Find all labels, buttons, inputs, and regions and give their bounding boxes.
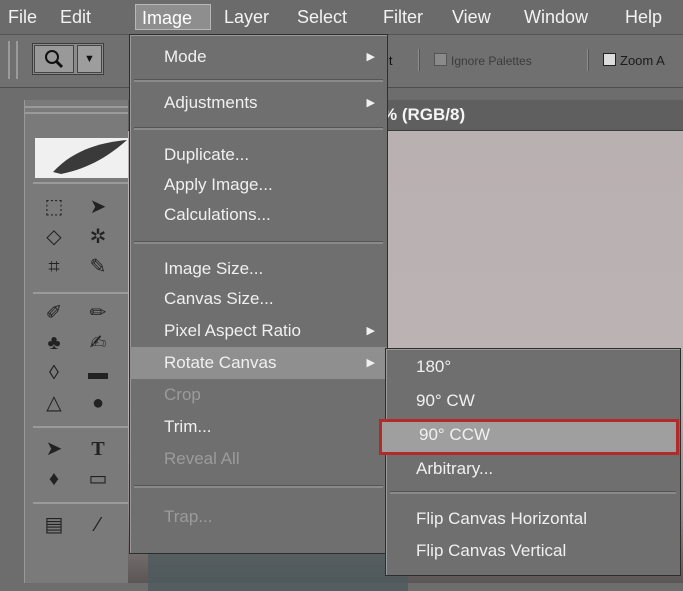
zoom-all-label: Zoom A — [620, 53, 665, 68]
menu-item-trap: Trap... — [130, 501, 387, 533]
zoom-all-checkbox[interactable]: Zoom A — [603, 53, 665, 68]
submenu-item-label: Flip Canvas Horizontal — [416, 509, 588, 528]
menu-item-label: Apply Image... — [164, 175, 273, 194]
tool-preset-picker[interactable]: ▼ — [32, 43, 104, 75]
toolbox-divider — [33, 292, 129, 294]
menu-item-label: Image Size... — [164, 259, 264, 278]
history-brush-icon[interactable]: ✍ — [83, 328, 113, 358]
menu-item-label: Trim... — [164, 417, 212, 436]
triangle-right-icon: ▶ — [366, 357, 375, 369]
crop-icon[interactable]: ⌗ — [39, 252, 69, 282]
slice-icon[interactable]: ✎ — [83, 252, 113, 282]
triangle-right-icon: ▶ — [366, 51, 375, 63]
submenu-item-rotate-180[interactable]: 180° — [386, 351, 680, 383]
menu-item-canvas-size[interactable]: Canvas Size... — [130, 283, 387, 315]
menu-item-apply-image[interactable]: Apply Image... — [130, 169, 387, 201]
submenu-item-label: 90° CW — [416, 391, 475, 410]
triangle-right-icon: ▶ — [366, 97, 375, 109]
menu-item-label: Mode — [164, 47, 207, 66]
menu-item-label: Pixel Aspect Ratio — [164, 321, 302, 340]
menu-file[interactable]: File — [4, 4, 41, 30]
menu-item-rotate-canvas[interactable]: Rotate Canvas ▶ — [130, 347, 387, 379]
submenu-item-label: Arbitrary... — [416, 459, 494, 478]
toolbox-panel: ⬚ ➤ ◇ ✲ ⌗ ✎ ✐ ✏ ♣ ✍ ◊ ▬ △ ● ➤ T ♦ ▭ ▤ ⁄ — [24, 100, 130, 583]
menu-view[interactable]: View — [448, 4, 495, 30]
toolbox-divider — [33, 182, 129, 184]
menu-separator — [390, 491, 676, 494]
menu-edit[interactable]: Edit — [56, 4, 95, 30]
submenu-item-label: Flip Canvas Vertical — [416, 541, 567, 560]
options-divider — [587, 49, 589, 71]
submenu-item-flip-horizontal[interactable]: Flip Canvas Horizontal — [386, 503, 680, 535]
toolbox-grip[interactable] — [25, 106, 129, 114]
menu-item-label: Trap... — [164, 507, 213, 526]
path-selection-icon[interactable]: ➤ — [39, 434, 69, 464]
submenu-item-rotate-90-cw[interactable]: 90° CW — [386, 385, 680, 417]
menu-item-label: Calculations... — [164, 205, 271, 224]
menu-item-label: Reveal All — [164, 449, 240, 468]
menu-item-crop: Crop — [130, 379, 387, 411]
menu-item-pixel-aspect-ratio[interactable]: Pixel Aspect Ratio ▶ — [130, 315, 387, 347]
brush-icon[interactable]: ✏ — [83, 298, 113, 328]
ignore-palettes-checkbox[interactable]: Ignore Palettes — [434, 53, 532, 68]
rotate-canvas-submenu: 180° 90° CW 90° CCW Arbitrary... Flip Ca… — [379, 348, 681, 576]
dodge-icon[interactable]: ● — [83, 388, 113, 418]
move-icon[interactable]: ➤ — [83, 192, 113, 222]
lasso-icon[interactable]: ◇ — [39, 222, 69, 252]
menu-separator — [134, 127, 383, 130]
menu-item-label: Duplicate... — [164, 145, 250, 164]
toolbox-divider — [33, 426, 129, 428]
menu-item-label: Canvas Size... — [164, 289, 274, 308]
gradient-icon[interactable]: ▬ — [83, 358, 113, 388]
clone-stamp-icon[interactable]: ♣ — [39, 328, 69, 358]
menu-layer[interactable]: Layer — [220, 4, 273, 30]
submenu-item-label: 180° — [416, 357, 452, 376]
menu-select[interactable]: Select — [293, 4, 351, 30]
triangle-down-icon[interactable]: ▼ — [77, 45, 102, 73]
options-divider — [418, 49, 420, 71]
menu-item-reveal-all: Reveal All — [130, 443, 387, 475]
menu-separator — [134, 79, 383, 82]
checkbox-icon[interactable] — [434, 53, 447, 66]
healing-brush-icon[interactable]: ✐ — [39, 298, 69, 328]
blur-icon[interactable]: △ — [39, 388, 69, 418]
feather-logo-icon[interactable] — [35, 138, 129, 178]
type-icon[interactable]: T — [83, 434, 113, 464]
submenu-item-flip-vertical[interactable]: Flip Canvas Vertical — [386, 535, 680, 567]
toolbox-divider — [33, 502, 129, 504]
menu-item-adjustments[interactable]: Adjustments ▶ — [130, 87, 387, 119]
menu-separator — [134, 485, 383, 488]
submenu-item-rotate-90-ccw[interactable]: 90° CCW — [379, 419, 679, 455]
magic-wand-icon[interactable]: ✲ — [83, 222, 113, 252]
menu-item-image-size[interactable]: Image Size... — [130, 253, 387, 285]
notes-icon[interactable]: ▤ — [39, 510, 69, 540]
submenu-item-label: 90° CCW — [419, 425, 491, 444]
menu-item-calculations[interactable]: Calculations... — [130, 199, 387, 231]
image-menu: Mode ▶ Adjustments ▶ Duplicate... Apply … — [129, 34, 388, 554]
pen-icon[interactable]: ♦ — [39, 464, 69, 494]
ignore-palettes-label: Ignore Palettes — [451, 54, 532, 68]
menu-help[interactable]: Help — [621, 4, 666, 30]
rectangle-shape-icon[interactable]: ▭ — [83, 464, 113, 494]
menu-item-mode[interactable]: Mode ▶ — [130, 41, 387, 73]
magnifier-icon[interactable] — [34, 45, 74, 73]
options-bar-grip[interactable] — [8, 41, 18, 79]
menu-bar: File Edit Image Layer Select Filter View… — [0, 0, 683, 35]
menu-item-trim[interactable]: Trim... — [130, 411, 387, 443]
eraser-icon[interactable]: ◊ — [39, 358, 69, 388]
triangle-right-icon: ▶ — [366, 325, 375, 337]
menu-separator — [134, 241, 383, 244]
menu-item-label: Crop — [164, 385, 201, 404]
menu-item-label: Rotate Canvas — [164, 353, 277, 372]
menu-image[interactable]: Image — [135, 4, 211, 30]
menu-item-label: Adjustments — [164, 93, 258, 112]
eyedropper-icon[interactable]: ⁄ — [83, 510, 113, 540]
menu-window[interactable]: Window — [520, 4, 592, 30]
checkbox-icon[interactable] — [603, 53, 616, 66]
marquee-icon[interactable]: ⬚ — [39, 192, 69, 222]
document-title: % (RGB/8) — [382, 105, 466, 124]
menu-item-duplicate[interactable]: Duplicate... — [130, 139, 387, 171]
menu-filter[interactable]: Filter — [379, 4, 427, 30]
submenu-item-arbitrary[interactable]: Arbitrary... — [386, 453, 680, 485]
